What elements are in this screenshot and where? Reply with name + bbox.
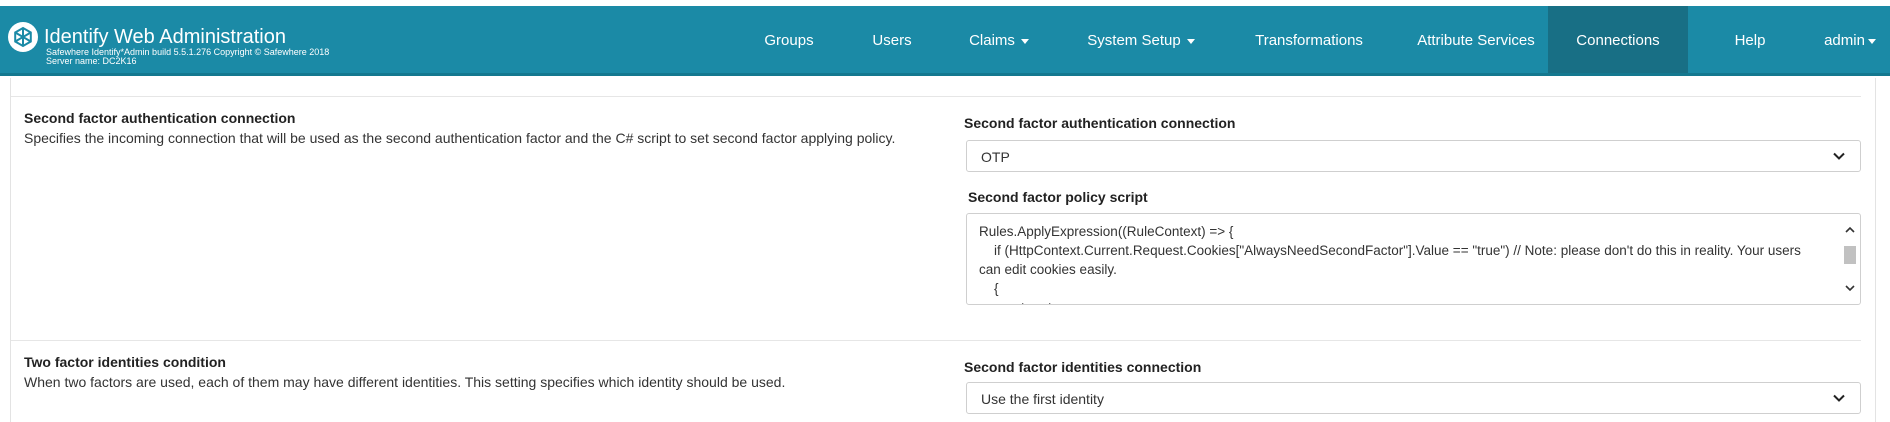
nav-groups[interactable]: Groups [756,6,822,73]
second-factor-description: Specifies the incoming connection that w… [24,130,896,146]
chevron-down-icon [1833,394,1845,402]
safewhere-logo-icon [8,22,38,52]
nav-claims[interactable]: Claims [962,6,1036,73]
two-factor-description: When two factors are used, each of them … [24,374,786,390]
nav-admin[interactable]: admin [1820,6,1880,73]
caret-down-icon [1186,38,1195,44]
divider [11,340,1861,341]
nav-system-setup[interactable]: System Setup [1084,6,1198,73]
caret-down-icon [1867,38,1876,44]
nav-transformations[interactable]: Transformations [1248,6,1370,73]
policy-script-label: Second factor policy script [968,189,1148,205]
nav-users[interactable]: Users [866,6,918,73]
policy-script-textarea[interactable]: Rules.ApplyExpression((RuleContext) => {… [966,213,1861,305]
divider [11,96,1861,97]
scroll-down-icon[interactable] [1842,280,1858,296]
select-value: OTP [981,149,1010,165]
identities-connection-label: Second factor identities connection [964,359,1202,375]
scroll-up-icon[interactable] [1842,222,1858,238]
identities-connection-select[interactable]: Use the first identity [966,382,1861,414]
scrollbar-thumb[interactable] [1844,246,1856,264]
two-factor-title: Two factor identities condition [24,354,226,370]
second-factor-connection-label: Second factor authentication connection [964,115,1236,131]
second-factor-title: Second factor authentication connection [24,110,296,126]
second-factor-connection-select[interactable]: OTP [966,140,1861,172]
navbar: Identify Web Administration Safewhere Id… [0,6,1890,76]
server-name: Server name: DC2K16 [46,56,137,66]
chevron-down-icon [1833,152,1845,160]
app-title: Identify Web Administration [44,26,286,48]
nav-connections[interactable]: Connections [1548,6,1688,73]
textarea-scrollbar[interactable] [1842,216,1858,302]
policy-script-code: Rules.ApplyExpression((RuleContext) => {… [979,224,1801,304]
main-content: Second factor authentication connection … [10,78,1876,422]
nav-help[interactable]: Help [1726,6,1774,73]
select-value: Use the first identity [981,391,1104,407]
nav-attribute-services[interactable]: Attribute Services [1414,6,1538,73]
brand[interactable]: Identify Web Administration Safewhere Id… [8,22,329,66]
caret-down-icon [1020,38,1029,44]
